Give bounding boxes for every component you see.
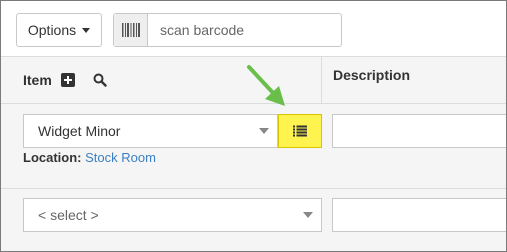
chevron-down-icon <box>259 128 269 134</box>
scan-barcode-input[interactable] <box>148 14 341 46</box>
item-entry-panel: Options Item Descrip <box>0 0 507 252</box>
add-item-icon[interactable] <box>61 73 75 87</box>
item-list-button[interactable] <box>278 114 322 148</box>
description-input[interactable] <box>332 114 506 148</box>
item-select-empty[interactable]: < select > <box>23 198 322 232</box>
scan-barcode-group <box>113 13 342 47</box>
list-icon <box>293 125 307 137</box>
arrow-icon <box>247 65 285 106</box>
description-column-label: Description <box>333 67 411 83</box>
location-link[interactable]: Stock Room <box>85 150 156 165</box>
description-input[interactable] <box>332 198 506 232</box>
options-label: Options <box>27 22 77 38</box>
item-select-value: Widget Minor <box>38 123 121 139</box>
location-info: Location: Stock Room <box>23 150 156 165</box>
search-icon[interactable] <box>93 73 107 87</box>
item-select-placeholder: < select > <box>38 207 99 223</box>
chevron-down-icon <box>303 212 313 218</box>
table-row: Widget Minor Location: Stock Room <box>1 104 506 189</box>
description-column-header: Description <box>321 57 506 103</box>
table-row: < select > <box>1 189 506 251</box>
item-select[interactable]: Widget Minor <box>23 114 278 148</box>
caret-down-icon <box>82 27 91 33</box>
barcode-icon <box>114 14 148 46</box>
location-label: Location: <box>23 150 82 165</box>
item-column-label: Item <box>23 72 52 88</box>
options-dropdown-button[interactable]: Options <box>16 13 102 47</box>
